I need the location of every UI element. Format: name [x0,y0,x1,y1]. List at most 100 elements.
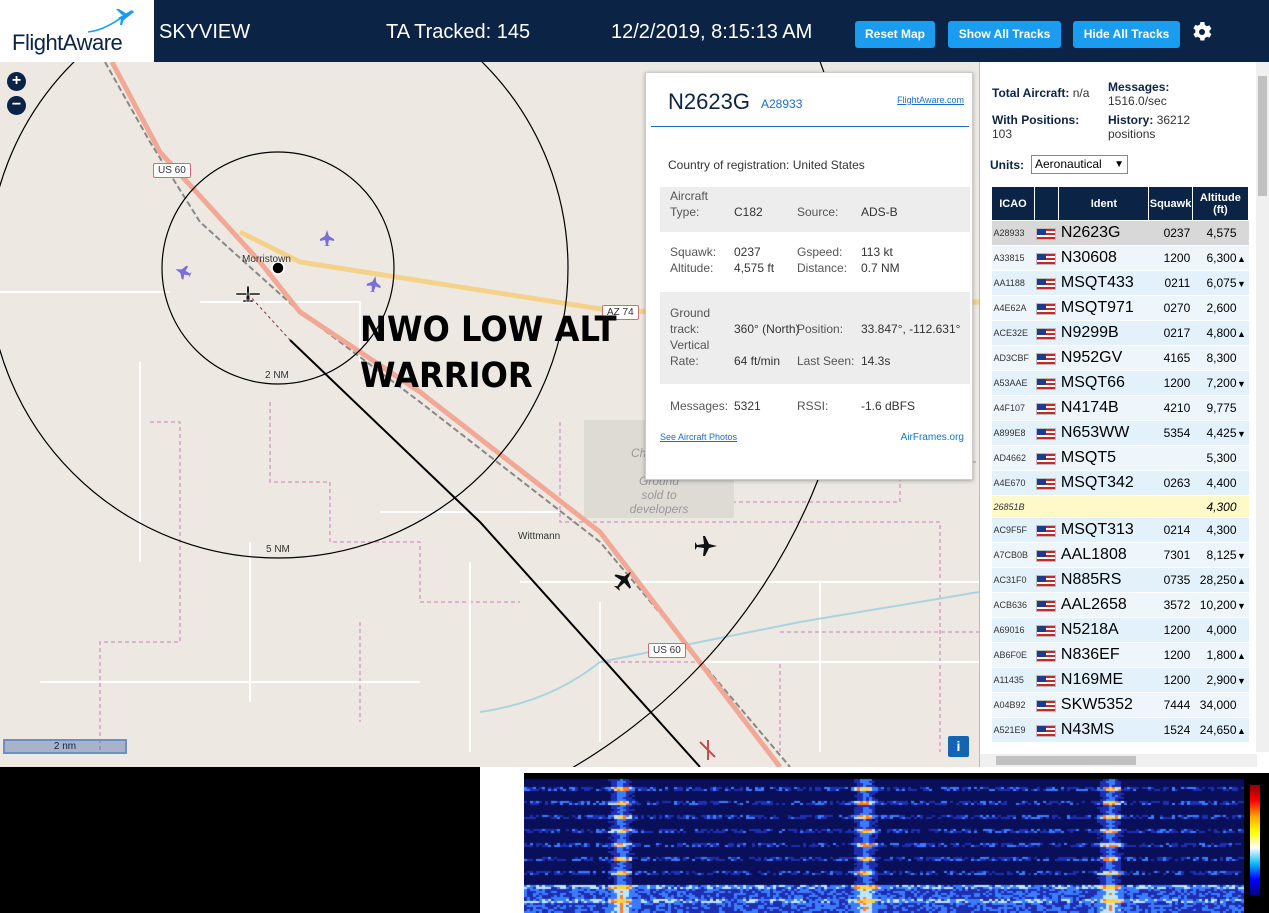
vertical-scrollbar[interactable] [1256,62,1269,752]
col-header-flag[interactable] [1033,186,1060,221]
altitude-value: 6,075 [1206,276,1237,290]
spectrogram [524,773,1244,913]
rssi: -1.6 dBFS [861,399,916,413]
messages-stat: Messages: 1516.0/sec [1108,80,1169,108]
zoom-in-button[interactable]: + [7,72,26,91]
table-row[interactable]: A33815 N30608 1200 6,300▲ [991,245,1249,271]
scale-bar: 2 nm [3,739,127,754]
popup-section-track: Ground track: 360° (North) Position: 33.… [660,292,970,384]
aircraft-marker[interactable] [366,275,383,293]
cell-icao: AB6F0E [991,642,1035,668]
cell-ident: MSQT5 [1058,445,1149,471]
app-header: FlightAware SKYVIEW TA Tracked: 145 12/2… [0,0,1269,62]
cell-icao: AD3CBF [991,345,1035,371]
table-row[interactable]: A4F107 N4174B 4210 9,775 [991,395,1249,421]
us-flag-icon [1036,699,1057,712]
cell-squawk: 7444 [1148,692,1193,718]
us-flag-icon [1036,452,1057,465]
col-header-squawk[interactable]: Squawk [1148,186,1193,221]
altitude-value: 1,800 [1206,648,1237,662]
us-flag-icon [1036,377,1057,390]
ring-label-2nm: 2 NM [265,370,289,381]
horizontal-scrollbar[interactable] [980,754,1257,767]
table-row[interactable]: A4E62A MSQT971 0270 2,600 [991,295,1249,321]
units-select[interactable]: Aeronautical ▼ [1031,155,1128,174]
aircraft-table: ICAO Ident Squawk Altitude (ft) A28933 N2… [991,186,1250,743]
table-row[interactable]: ACB636 AAL2658 3572 10,200▼ [991,592,1249,618]
field-label: Last Seen: [797,354,855,368]
cell-altitude: 8,125▼ [1192,542,1249,568]
table-row[interactable]: A04B92 SKW5352 7444 34,000 [991,692,1249,718]
cell-flag [1034,542,1059,568]
scrollbar-thumb[interactable] [996,756,1136,765]
distance: 0.7 NM [861,261,900,275]
bottom-black-panel [0,767,480,913]
table-row[interactable]: AC31F0 N885RS 0735 28,250▲ [991,567,1249,593]
table-row[interactable]: A11435 N169ME 1200 2,900▼ [991,667,1249,693]
cell-altitude: 4,300 [1192,517,1249,543]
popup-ident: N2623G [668,89,750,114]
table-row[interactable]: AB6F0E N836EF 1200 1,800▲ [991,642,1249,668]
table-row[interactable]: ACE32E N9299B 0217 4,800▲ [991,320,1249,346]
highway-shield-us60: US 60 [153,163,191,178]
cell-flag [1034,270,1059,296]
scrollbar-thumb[interactable] [1258,76,1267,196]
us-flag-icon [1036,549,1057,562]
table-row[interactable]: A69016 N5218A 1200 4,000 [991,617,1249,643]
table-row[interactable]: A53AAE MSQT66 1200 7,200▼ [991,370,1249,396]
cell-ident: AAL2658 [1058,592,1149,618]
cell-ident: N30608 [1058,245,1149,271]
flightaware-logo[interactable]: FlightAware [0,0,154,62]
cell-altitude: 10,200▼ [1192,592,1249,618]
cell-squawk: 1524 [1148,717,1193,743]
table-row[interactable]: A28933 N2623G 0237 4,575 [991,220,1249,246]
cell-altitude: 2,600 [1192,295,1249,321]
table-row[interactable]: A7CB0B AAL1808 7301 8,125▼ [991,542,1249,568]
table-row[interactable]: AD4662 MSQT5 5,300 [991,445,1249,471]
table-row[interactable]: A899E8 N653WW 5354 4,425▼ [991,420,1249,446]
airframes-link[interactable]: AirFrames.org [901,432,964,443]
flightaware-link[interactable]: FlightAware.com [897,95,964,105]
aircraft-marker[interactable] [695,536,717,556]
altitude-value: 7,200 [1206,376,1237,390]
altitude-trend-icon: ▼ [1237,379,1246,389]
stat-label: With Positions: [992,113,1080,127]
table-row[interactable]: AA1188 MSQT433 0211 6,075▼ [991,270,1249,296]
aircraft-photos-link[interactable]: See Aircraft Photos [660,432,737,442]
app-title: SKYVIEW [159,21,251,43]
reset-map-button[interactable]: Reset Map [855,21,935,48]
table-row[interactable]: AD3CBF N952GV 4165 8,300 [991,345,1249,371]
table-row[interactable]: A521E9 N43MS 1524 24,650▲ [991,717,1249,743]
cell-icao: AD4662 [991,445,1035,471]
info-button[interactable]: i [948,736,969,757]
squawk: 0237 [734,245,761,259]
town-label: Wittmann [518,531,561,542]
stat-label: Messages: [1108,80,1170,94]
altitude: 4,575 ft [734,261,775,275]
vertical-rate: 64 ft/min [734,354,781,368]
us-flag-icon [1036,524,1057,537]
col-header-ident[interactable]: Ident [1058,186,1150,221]
chevron-down-icon: ▼ [1114,159,1124,170]
aircraft-marker[interactable] [173,263,193,282]
cell-icao: A53AAE [991,370,1035,396]
show-all-tracks-button[interactable]: Show All Tracks [948,21,1061,48]
gear-icon[interactable] [1190,20,1214,44]
selected-aircraft-marker[interactable] [235,285,261,303]
ring-label-5nm: 5 NM [266,544,290,555]
col-header-icao[interactable]: ICAO [991,186,1035,221]
table-row[interactable]: AC9F5F MSQT313 0214 4,300 [991,517,1249,543]
field-label: Vertical [670,338,710,352]
col-header-altitude[interactable]: Altitude (ft) [1191,186,1250,221]
table-row[interactable]: A4E670 MSQT342 0263 4,400 [991,470,1249,496]
hide-all-tracks-button[interactable]: Hide All Tracks [1073,21,1180,48]
cell-flag [1034,445,1059,471]
aircraft-marker[interactable] [320,230,334,246]
cell-ident: N9299B [1058,320,1149,346]
table-row[interactable]: 26851B 4,300 [991,495,1249,518]
positions-stat: With Positions: 103 [992,113,1079,141]
zoom-out-button[interactable]: − [7,96,26,115]
cell-ident: N169ME [1058,667,1149,693]
map-view[interactable]: Morristown Wittmann 2 NM 5 NM US 60 US 6… [0,62,979,767]
aircraft-detail-popup: N2623G A28933 FlightAware.com Country of… [645,72,973,480]
